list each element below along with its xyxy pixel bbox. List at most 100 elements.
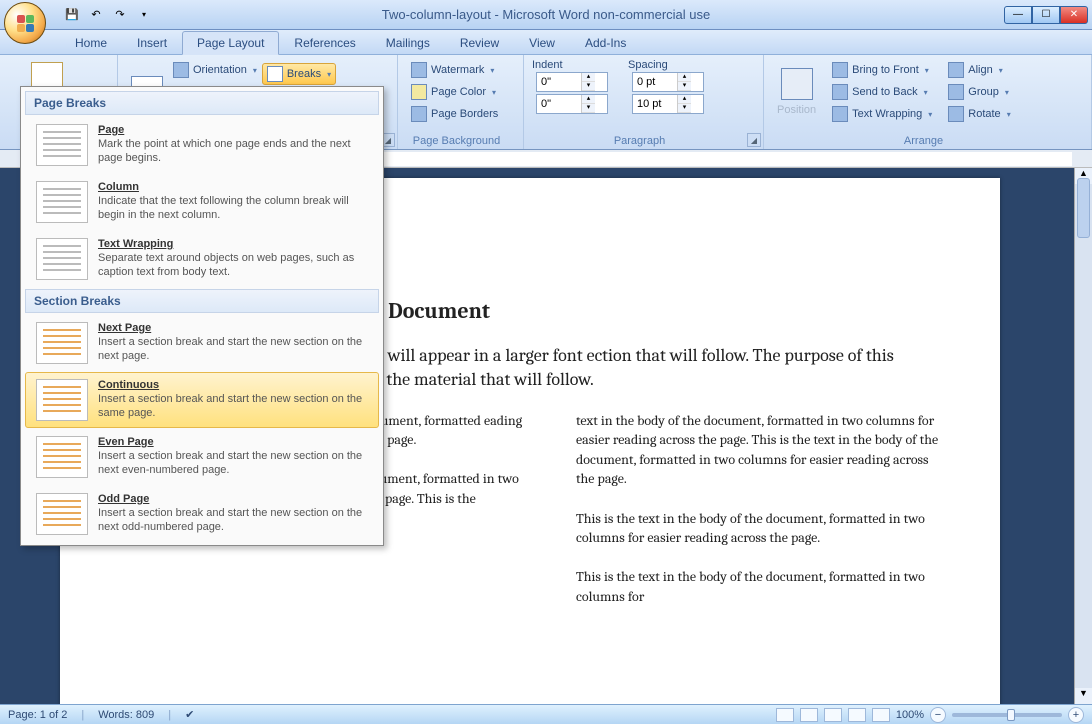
view-full-screen[interactable] bbox=[800, 708, 818, 722]
zoom-level[interactable]: 100% bbox=[896, 709, 924, 721]
redo-icon[interactable]: ↷ bbox=[110, 5, 130, 25]
text-wrapping-break-icon bbox=[36, 238, 88, 280]
indent-left-input[interactable] bbox=[537, 76, 581, 88]
space-before-spinner[interactable]: ▴▾ bbox=[632, 72, 704, 92]
break-text-wrapping[interactable]: Text Wrapping Separate text around objec… bbox=[25, 231, 379, 287]
close-button[interactable]: ✕ bbox=[1060, 6, 1088, 24]
space-before-input[interactable] bbox=[633, 76, 677, 88]
space-after-spinner[interactable]: ▴▾ bbox=[632, 94, 704, 114]
indent-right-spinner[interactable]: ▴▾ bbox=[536, 94, 608, 114]
position-label: Position bbox=[777, 104, 816, 116]
tab-references[interactable]: References bbox=[279, 31, 370, 54]
break-column-title: Column bbox=[98, 181, 368, 193]
tab-home[interactable]: Home bbox=[60, 31, 122, 54]
break-textwrap-title: Text Wrapping bbox=[98, 238, 368, 250]
break-textwrap-desc: Separate text around objects on web page… bbox=[98, 252, 368, 280]
text-wrapping-button[interactable]: Text Wrapping▾ bbox=[827, 103, 937, 125]
status-page[interactable]: Page: 1 of 2 bbox=[8, 709, 67, 721]
scroll-down-arrow[interactable]: ▼ bbox=[1075, 688, 1092, 704]
tab-insert[interactable]: Insert bbox=[122, 31, 182, 54]
tab-mailings[interactable]: Mailings bbox=[371, 31, 445, 54]
breaks-dropdown: Page Breaks Page Mark the point at which… bbox=[20, 86, 384, 546]
text-wrap-icon bbox=[832, 106, 848, 122]
break-column[interactable]: Column Indicate that the text following … bbox=[25, 174, 379, 230]
break-nextpage-title: Next Page bbox=[98, 322, 368, 334]
break-evenpage-title: Even Page bbox=[98, 436, 368, 448]
proofing-icon[interactable]: ✔ bbox=[185, 708, 194, 721]
window-title: Two-column-layout - Microsoft Word non-c… bbox=[0, 7, 1092, 22]
indent-right-input[interactable] bbox=[537, 98, 581, 110]
page-breaks-section-header: Page Breaks bbox=[25, 91, 379, 115]
align-button[interactable]: Align▾ bbox=[943, 59, 1015, 81]
orientation-label: Orientation bbox=[193, 64, 247, 76]
break-page[interactable]: Page Mark the point at which one page en… bbox=[25, 117, 379, 173]
break-nextpage-desc: Insert a section break and start the new… bbox=[98, 336, 368, 364]
office-button[interactable] bbox=[4, 2, 46, 44]
align-label: Align bbox=[968, 64, 992, 76]
send-to-back-button[interactable]: Send to Back▾ bbox=[827, 81, 937, 103]
view-draft[interactable] bbox=[872, 708, 890, 722]
break-even-page[interactable]: Even Page Insert a section break and sta… bbox=[25, 429, 379, 485]
rotate-label: Rotate bbox=[968, 108, 1000, 120]
arrange-group-label: Arrange bbox=[764, 135, 1083, 147]
maximize-button[interactable]: ☐ bbox=[1032, 6, 1060, 24]
orientation-button[interactable]: Orientation ▾ bbox=[168, 59, 262, 81]
page-color-button[interactable]: Page Color▾ bbox=[406, 81, 515, 103]
break-continuous-desc: Insert a section break and start the new… bbox=[98, 393, 368, 421]
status-words[interactable]: Words: 809 bbox=[98, 709, 154, 721]
text-wrap-label: Text Wrapping bbox=[852, 108, 922, 120]
undo-icon[interactable]: ↶ bbox=[86, 5, 106, 25]
bring-to-front-button[interactable]: Bring to Front▾ bbox=[827, 59, 937, 81]
group-button[interactable]: Group▾ bbox=[943, 81, 1015, 103]
indent-left-spinner[interactable]: ▴▾ bbox=[536, 72, 608, 92]
view-print-layout[interactable] bbox=[776, 708, 794, 722]
section-breaks-section-header: Section Breaks bbox=[25, 289, 379, 313]
scroll-thumb[interactable] bbox=[1077, 178, 1090, 238]
zoom-out-button[interactable]: − bbox=[930, 707, 946, 723]
page-break-icon bbox=[36, 124, 88, 166]
paragraph-launcher[interactable]: ◢ bbox=[747, 133, 761, 147]
tab-add-ins[interactable]: Add-Ins bbox=[570, 31, 641, 54]
tab-page-layout[interactable]: Page Layout bbox=[182, 31, 279, 55]
breaks-label: Breaks bbox=[287, 68, 321, 80]
page-borders-button[interactable]: Page Borders bbox=[406, 103, 515, 125]
break-page-title: Page bbox=[98, 124, 368, 136]
position-button[interactable]: Position bbox=[772, 65, 821, 119]
breaks-button[interactable]: Breaks ▾ bbox=[262, 63, 336, 85]
tab-review[interactable]: Review bbox=[445, 31, 514, 54]
view-web-layout[interactable] bbox=[824, 708, 842, 722]
zoom-slider[interactable] bbox=[952, 713, 1062, 717]
watermark-icon bbox=[411, 62, 427, 78]
break-oddpage-desc: Insert a section break and start the new… bbox=[98, 507, 368, 535]
odd-page-break-icon bbox=[36, 493, 88, 535]
break-oddpage-title: Odd Page bbox=[98, 493, 368, 505]
qat-customize-icon[interactable]: ▾ bbox=[134, 5, 154, 25]
break-evenpage-desc: Insert a section break and start the new… bbox=[98, 450, 368, 478]
send-back-label: Send to Back bbox=[852, 86, 917, 98]
spacing-heading: Spacing bbox=[628, 59, 694, 71]
space-after-input[interactable] bbox=[633, 98, 677, 110]
break-odd-page[interactable]: Odd Page Insert a section break and star… bbox=[25, 486, 379, 542]
save-icon[interactable]: 💾 bbox=[62, 5, 82, 25]
indent-heading: Indent bbox=[532, 59, 598, 71]
paragraph-group-label: Paragraph bbox=[524, 135, 755, 147]
status-bar: Page: 1 of 2 | Words: 809 | ✔ 100% − + bbox=[0, 704, 1092, 724]
view-outline[interactable] bbox=[848, 708, 866, 722]
minimize-button[interactable]: — bbox=[1004, 6, 1032, 24]
vertical-scrollbar[interactable]: ▲ ▼ bbox=[1074, 168, 1092, 704]
group-icon bbox=[948, 84, 964, 100]
page-color-label: Page Color bbox=[431, 86, 486, 98]
rotate-button[interactable]: Rotate▾ bbox=[943, 103, 1015, 125]
page-color-icon bbox=[411, 84, 427, 100]
title-bar: 💾 ↶ ↷ ▾ Two-column-layout - Microsoft Wo… bbox=[0, 0, 1092, 30]
ribbon-tabs: Home Insert Page Layout References Maili… bbox=[0, 30, 1092, 54]
tab-view[interactable]: View bbox=[514, 31, 570, 54]
position-icon bbox=[781, 68, 813, 100]
page-borders-label: Page Borders bbox=[431, 108, 498, 120]
watermark-button[interactable]: Watermark▾ bbox=[406, 59, 515, 81]
break-next-page[interactable]: Next Page Insert a section break and sta… bbox=[25, 315, 379, 371]
zoom-in-button[interactable]: + bbox=[1068, 707, 1084, 723]
break-continuous[interactable]: Continuous Insert a section break and st… bbox=[25, 372, 379, 428]
send-back-icon bbox=[832, 84, 848, 100]
continuous-break-icon bbox=[36, 379, 88, 421]
